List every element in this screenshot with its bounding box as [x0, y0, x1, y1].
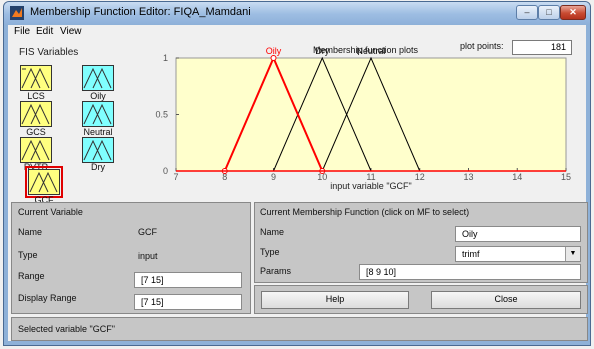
mf-label-oily[interactable]: Oily — [266, 46, 282, 56]
buttons-panel: Help Close — [254, 285, 588, 314]
y-tick-label: 0 — [163, 166, 168, 176]
status-bar: Selected variable "GCF" — [11, 317, 588, 341]
minimize-button[interactable]: – — [516, 5, 538, 20]
status-text: Selected variable "GCF" — [18, 324, 115, 334]
current-variable-title: Current Variable — [18, 207, 83, 217]
y-tick-label: 0.5 — [155, 110, 168, 120]
cv-range-label: Range — [18, 271, 45, 281]
current-mf-title: Current Membership Function (click on MF… — [260, 207, 470, 217]
x-axis-label: input variable "GCF" — [330, 181, 411, 191]
mf-type-select[interactable]: trimf ▼ — [455, 246, 581, 262]
x-tick-label: 7 — [173, 172, 178, 182]
x-tick-label: 13 — [463, 172, 473, 182]
cv-type-label: Type — [18, 250, 38, 260]
cv-display-range-label: Display Range — [18, 293, 77, 303]
mf-name-label: Name — [260, 227, 285, 237]
mf-name-input[interactable]: Oily — [455, 226, 581, 242]
mf-editor-window: Membership Function Editor: FIQA_Mamdani… — [3, 1, 591, 346]
mf-label-dry[interactable]: Dry — [315, 46, 329, 56]
client-area: File Edit View FIS Variables LCS Oily GC… — [8, 25, 588, 341]
y-tick-label: 1 — [163, 53, 168, 63]
current-variable-panel: Current Variable Name GCF Type input Ran… — [11, 202, 251, 314]
x-tick-label: 12 — [415, 172, 425, 182]
window-title: Membership Function Editor: FIQA_Mamdani — [30, 6, 251, 18]
current-mf-panel: Current Membership Function (click on MF… — [254, 202, 588, 283]
help-button[interactable]: Help — [261, 291, 409, 309]
mf-label-neutral[interactable]: Neutral — [356, 46, 385, 56]
close-window-button[interactable]: ✕ — [560, 5, 586, 20]
mf-params-label: Params — [260, 266, 292, 276]
cv-name-value: GCF — [138, 227, 157, 237]
dropdown-arrow-icon[interactable]: ▼ — [565, 247, 580, 261]
close-button[interactable]: Close — [431, 291, 581, 309]
membership-function-plot[interactable]: 7 8 9 10 11 12 13 14 1500.51input variable "GCF"… — [8, 25, 594, 197]
cv-name-label: Name — [18, 227, 43, 237]
mf-type-label: Type — [260, 247, 280, 257]
maximize-button[interactable]: □ — [538, 5, 560, 20]
title-bar[interactable]: Membership Function Editor: FIQA_Mamdani… — [4, 2, 590, 24]
mf-vertex-handle[interactable] — [270, 55, 277, 61]
mf-params-input[interactable]: [8 9 10] — [359, 264, 581, 280]
x-tick-label: 14 — [512, 172, 522, 182]
plot-area[interactable] — [175, 57, 567, 172]
matlab-icon — [10, 6, 24, 20]
mf-type-value: trimf — [462, 249, 480, 259]
x-tick-label: 15 — [561, 172, 571, 182]
x-tick-label: 9 — [271, 172, 276, 182]
display-range-input[interactable]: [7 15] — [134, 294, 242, 310]
cv-type-value: input — [138, 251, 158, 261]
range-input[interactable]: [7 15] — [134, 272, 242, 288]
